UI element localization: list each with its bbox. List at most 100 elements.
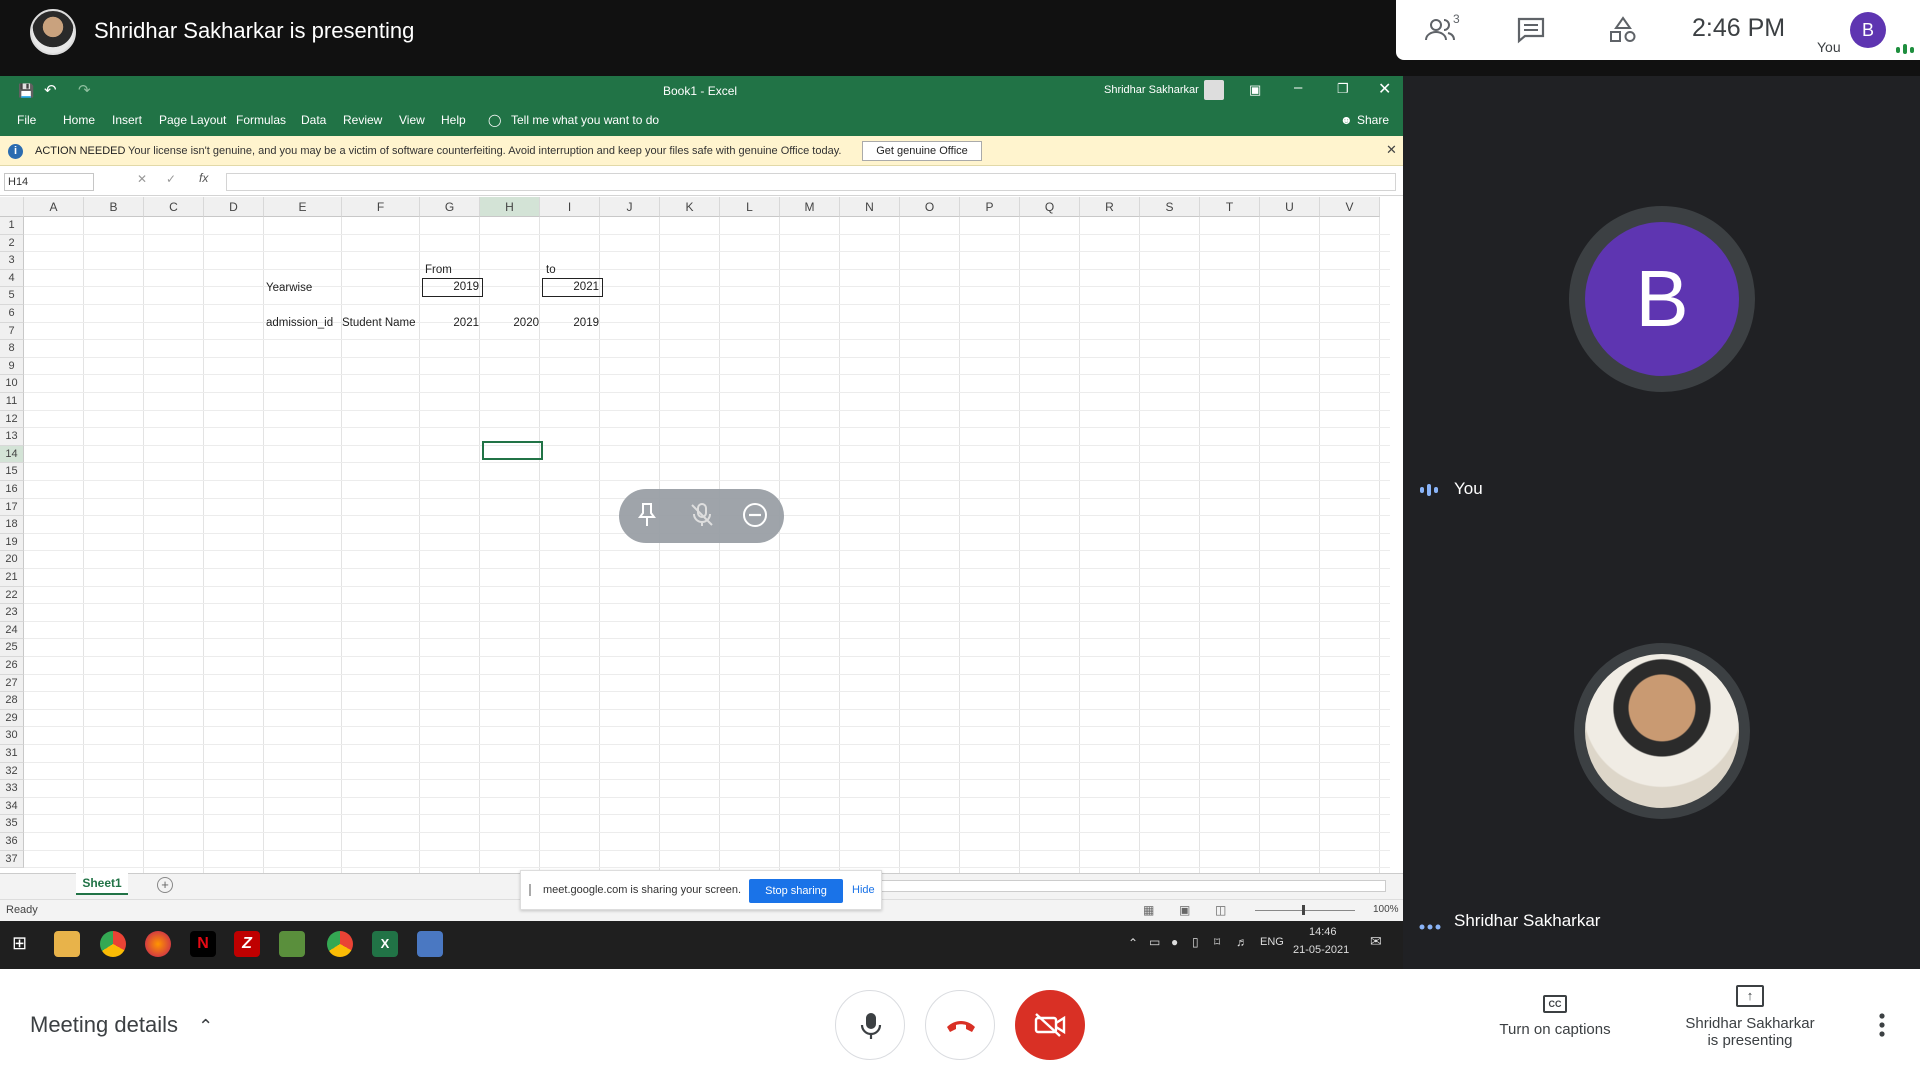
column-header-K[interactable]: K [660,197,720,217]
file-explorer-icon[interactable] [54,931,80,957]
formula-input[interactable] [226,173,1396,191]
zoom-slider[interactable] [1255,910,1355,911]
cell-G5[interactable]: 2019 [422,278,483,297]
camera-button[interactable] [1015,990,1085,1060]
tab-home[interactable]: Home [63,113,95,127]
minimize-icon[interactable]: – [1294,79,1302,96]
column-header-J[interactable]: J [600,197,660,217]
image-viewer-icon[interactable] [279,931,305,957]
cell-I5[interactable]: 2021 [542,278,603,297]
insert-function-icon[interactable]: fx [199,171,208,185]
cell-I7[interactable]: 2019 [542,315,602,332]
column-header-O[interactable]: O [900,197,960,217]
get-genuine-office-button[interactable]: Get genuine Office [862,141,982,161]
row-header-6[interactable]: 6 [0,305,24,323]
row-header-32[interactable]: 32 [0,762,24,781]
column-header-T[interactable]: T [1200,197,1260,217]
hide-share-notice-button[interactable]: Hide [852,884,875,896]
vpn-shield-icon[interactable] [417,931,443,957]
captions-button[interactable]: CC Turn on captions [1470,995,1640,1038]
meeting-details-button[interactable]: Meeting details ⌃ [30,1012,213,1038]
tray-volume-icon[interactable]: ♬ [1236,935,1248,949]
normal-view-icon[interactable]: ▦ [1143,903,1154,917]
column-header-P[interactable]: P [960,197,1020,217]
row-header-16[interactable]: 16 [0,481,24,499]
select-all-corner[interactable] [0,197,24,217]
enter-formula-icon[interactable]: ✓ [166,172,176,186]
leave-call-button[interactable] [925,990,995,1060]
people-icon[interactable] [1424,16,1456,44]
tab-page-layout[interactable]: Page Layout [159,113,226,127]
cell-I4[interactable]: to [546,262,556,279]
mute-mic-icon[interactable] [689,502,715,533]
restore-icon[interactable]: ❐ [1337,81,1349,97]
row-header-19[interactable]: 19 [0,533,24,552]
present-now-button[interactable]: ↑ Shridhar Sakharkar is presenting [1660,985,1840,1049]
ribbon-display-icon[interactable]: ▣ [1249,82,1261,98]
row-header-28[interactable]: 28 [0,692,24,710]
row-header-2[interactable]: 2 [0,234,24,253]
column-header-H[interactable]: H [480,197,540,217]
cell-F7[interactable]: Student Name [342,315,416,332]
share-button[interactable]: Share [1357,113,1389,127]
column-header-L[interactable]: L [720,197,780,217]
presenter-photo[interactable] [1585,654,1739,808]
tab-file[interactable]: File [17,113,36,127]
row-header-18[interactable]: 18 [0,516,24,534]
column-header-N[interactable]: N [840,197,900,217]
row-header-31[interactable]: 31 [0,745,24,763]
row-header-23[interactable]: 23 [0,604,24,622]
tab-view[interactable]: View [399,113,425,127]
column-header-E[interactable]: E [264,197,342,217]
row-header-7[interactable]: 7 [0,322,24,341]
row-header-35[interactable]: 35 [0,815,24,833]
cell-G4[interactable]: From [425,262,452,279]
tray-mic-icon[interactable]: ● [1171,935,1178,949]
sheet-tab-sheet1[interactable]: Sheet1 [76,873,128,895]
row-header-22[interactable]: 22 [0,586,24,605]
notice-close-icon[interactable]: ✕ [1386,142,1397,158]
tab-insert[interactable]: Insert [112,113,142,127]
activities-icon[interactable] [1608,16,1640,44]
you-avatar-small[interactable]: B [1850,12,1886,48]
column-header-V[interactable]: V [1320,197,1380,217]
row-header-36[interactable]: 36 [0,833,24,851]
netflix-icon[interactable]: N [190,931,216,957]
column-header-F[interactable]: F [342,197,420,217]
column-header-Q[interactable]: Q [1020,197,1080,217]
row-header-27[interactable]: 27 [0,674,24,693]
tab-data[interactable]: Data [301,113,326,127]
tab-formulas[interactable]: Formulas [236,113,286,127]
row-header-21[interactable]: 21 [0,569,24,587]
chrome-profile-icon[interactable] [327,931,353,957]
cell-H7[interactable]: 2020 [482,315,542,332]
row-header-25[interactable]: 25 [0,639,24,657]
excel-taskbar-icon[interactable]: X [372,931,398,957]
chrome-icon[interactable] [100,931,126,957]
row-header-20[interactable]: 20 [0,551,24,569]
page-break-view-icon[interactable]: ◫ [1215,903,1226,917]
zoom-slider-handle[interactable] [1302,905,1305,915]
tell-me-search[interactable]: Tell me what you want to do [511,113,659,127]
name-box[interactable]: H14 [4,173,94,191]
firefox-icon[interactable] [145,931,171,957]
tab-review[interactable]: Review [343,113,382,127]
filezilla-icon[interactable]: Z [234,931,260,957]
row-header-12[interactable]: 12 [0,410,24,429]
row-header-26[interactable]: 26 [0,657,24,675]
cancel-formula-icon[interactable]: ✕ [137,172,147,186]
row-header-9[interactable]: 9 [0,357,24,376]
column-header-B[interactable]: B [84,197,144,217]
tray-language[interactable]: ENG [1260,936,1284,948]
pin-icon[interactable] [635,502,659,533]
remove-icon[interactable] [742,502,768,533]
drag-handle[interactable] [529,884,531,896]
row-header-37[interactable]: 37 [0,850,24,869]
close-icon[interactable]: ✕ [1378,79,1391,99]
tray-battery-icon[interactable]: ▯ [1192,935,1199,949]
excel-user-avatar[interactable] [1204,80,1224,100]
row-header-17[interactable]: 17 [0,498,24,517]
column-header-S[interactable]: S [1140,197,1200,217]
row-header-30[interactable]: 30 [0,727,24,745]
redo-icon[interactable]: ↷ [78,81,91,99]
